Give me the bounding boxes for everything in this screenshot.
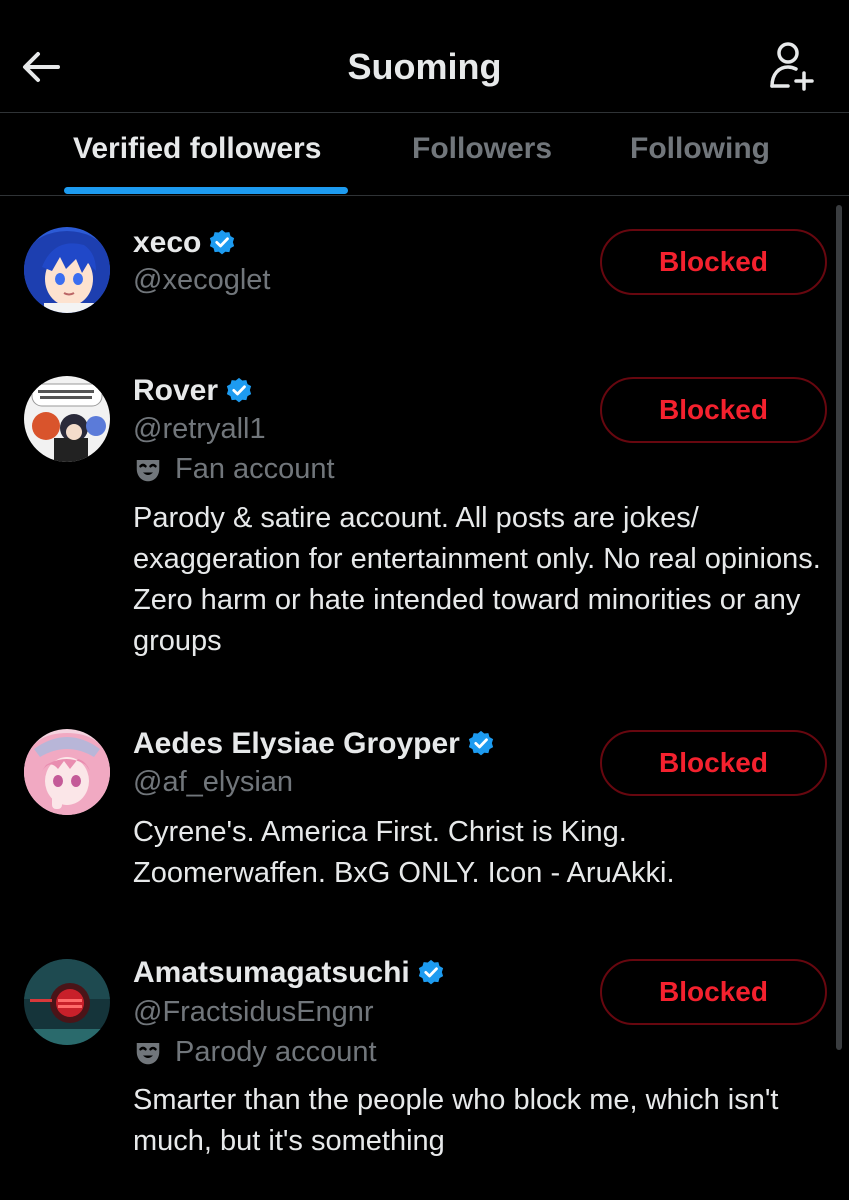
avatar[interactable] bbox=[24, 376, 110, 462]
scrollbar[interactable] bbox=[836, 205, 842, 1050]
mask-icon bbox=[136, 1042, 160, 1064]
user-name-row: Rover bbox=[133, 371, 254, 411]
account-label-text: Fan account bbox=[175, 453, 335, 485]
user-name-row: Aedes Elysiae Groyper bbox=[133, 724, 496, 764]
blocked-button[interactable]: Blocked bbox=[600, 229, 827, 295]
user-handle: @xecoglet bbox=[133, 264, 271, 296]
tab-bar: Verified followers Followers Following bbox=[0, 113, 849, 196]
verified-badge-icon bbox=[210, 229, 235, 255]
top-bar: Suoming bbox=[0, 0, 849, 113]
user-name-row: Amatsumagatsuchi bbox=[133, 953, 446, 993]
tab-following[interactable]: Following bbox=[630, 113, 770, 195]
account-label: Parody account bbox=[133, 1036, 377, 1069]
user-bio: Parody & satire account. All posts are j… bbox=[133, 502, 821, 657]
user-name: xeco bbox=[133, 226, 202, 259]
user-bio: Cyrene's. America First. Christ is King.… bbox=[133, 816, 675, 889]
blocked-button[interactable]: Blocked bbox=[600, 377, 827, 443]
tab-followers[interactable]: Followers bbox=[412, 113, 552, 195]
verified-badge-icon bbox=[418, 959, 443, 985]
user-name: Amatsumagatsuchi bbox=[133, 956, 410, 989]
blocked-button[interactable]: Blocked bbox=[600, 730, 827, 796]
avatar[interactable] bbox=[24, 729, 110, 815]
user-handle: @af_elysian bbox=[133, 766, 294, 798]
user-name: Rover bbox=[133, 374, 219, 407]
verified-badge-icon bbox=[468, 730, 493, 756]
user-bio: Smarter than the people who block me, wh… bbox=[133, 1084, 779, 1157]
page-title: Suoming bbox=[347, 46, 502, 87]
blocked-button[interactable]: Blocked bbox=[600, 959, 827, 1025]
account-label-text: Parody account bbox=[175, 1036, 377, 1068]
user-handle: @FractsidusEngnr bbox=[133, 996, 374, 1028]
user-handle: @retryall1 bbox=[133, 413, 266, 445]
active-tab-indicator bbox=[64, 187, 348, 194]
mask-icon bbox=[136, 459, 160, 481]
avatar[interactable] bbox=[24, 227, 110, 313]
avatar[interactable] bbox=[24, 959, 110, 1045]
user-name-row: xeco bbox=[133, 223, 237, 263]
user-name: Aedes Elysiae Groyper bbox=[133, 727, 460, 760]
tab-verified-followers[interactable]: Verified followers bbox=[73, 113, 321, 195]
verified-badge-icon bbox=[226, 377, 252, 403]
add-user-icon bbox=[770, 42, 814, 91]
account-label: Fan account bbox=[133, 453, 335, 486]
add-user-button[interactable] bbox=[762, 40, 818, 96]
